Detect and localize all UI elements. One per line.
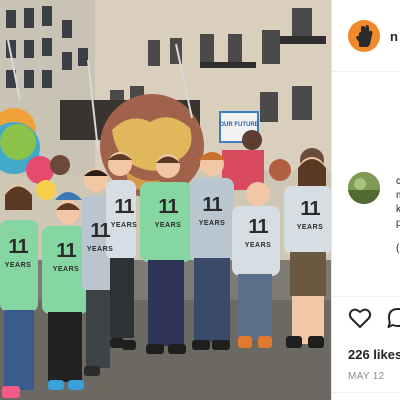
post-date[interactable]: MAY 12 [348, 371, 384, 382]
heart-icon[interactable] [348, 307, 372, 334]
commenter-avatar[interactable] [348, 172, 380, 204]
commenter-photo [348, 172, 380, 204]
raised-hand-logo-icon [356, 25, 373, 47]
photo-scene: OUR FUTURE [0, 0, 331, 400]
sign-text: OUR FUTURE [219, 122, 258, 128]
post-header: n [332, 0, 400, 72]
comment-text-fragment: m [396, 190, 400, 201]
account-avatar[interactable] [348, 20, 380, 52]
comment-text-fragment: c [396, 176, 400, 187]
post-side-panel: n c m k p ( 226 [331, 0, 400, 400]
comment-text-fragment: k [396, 204, 400, 215]
comment-text-fragment: ( [396, 243, 400, 254]
comment-bubble-icon[interactable] [386, 307, 400, 334]
account-username[interactable]: n [390, 29, 398, 44]
divider [332, 392, 400, 393]
instagram-post: OUR FUTURE 11 YEARS 11 YEARS 11 YEARS 11… [0, 0, 400, 400]
post-photo[interactable]: OUR FUTURE 11 YEARS 11 YEARS 11 YEARS 11… [0, 0, 331, 400]
comment-text-fragment: p [396, 218, 400, 229]
likes-count[interactable]: 226 likes [348, 347, 400, 362]
